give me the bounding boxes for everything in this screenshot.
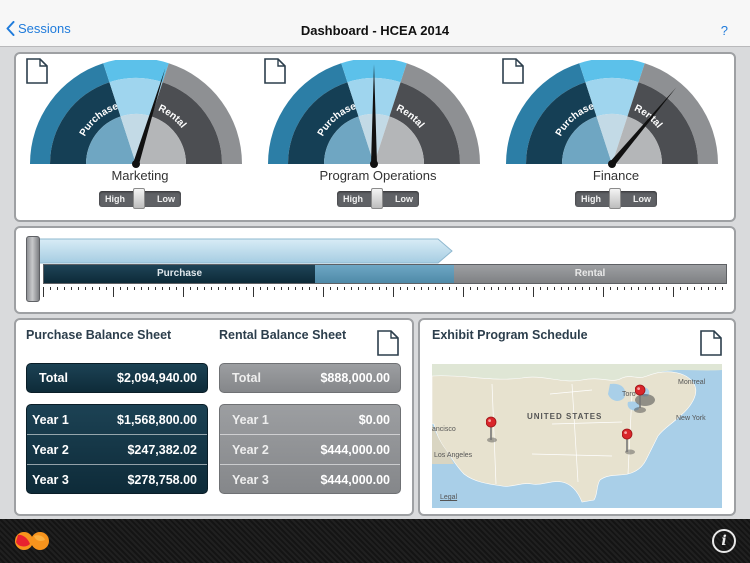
table-row[interactable]: Year 2 $444,000.00: [220, 435, 400, 465]
allocation-slider-panel: Purchase Rental: [14, 226, 736, 314]
table-row[interactable]: Year 2 $247,382.02: [27, 435, 207, 465]
purchase-total-value: $2,094,940.00: [117, 371, 197, 385]
high-low-toggle[interactable]: High Low: [99, 188, 181, 209]
rental-total-value: $888,000.00: [320, 371, 390, 385]
document-icon[interactable]: [264, 58, 286, 84]
purchase-years-table: Year 1 $1,568,800.00 Year 2 $247,382.02 Ye…: [26, 404, 208, 494]
schedule-title: Exhibit Program Schedule: [432, 328, 588, 342]
gauge-label: Finance: [592, 168, 640, 183]
gauge-label: Program Operations: [319, 168, 437, 183]
map-legal-link[interactable]: Legal: [440, 494, 457, 501]
map-label-country: UNITED STATES: [527, 412, 603, 421]
document-icon[interactable]: [502, 58, 524, 84]
page-title: Dashboard - HCEA 2014: [300, 23, 450, 38]
year-value: $1,568,800.00: [117, 412, 197, 427]
slider-handle[interactable]: [26, 236, 40, 302]
year-value: $444,000.00: [320, 473, 390, 487]
allocation-arrow: [34, 238, 453, 264]
help-button[interactable]: ?: [721, 23, 728, 38]
navigation-bar: Sessions Dashboard - HCEA 2014 ?: [0, 0, 750, 47]
map-pin-icon[interactable]: [622, 428, 634, 452]
rental-total-label: Total: [232, 371, 261, 385]
bottom-toolbar: i: [0, 519, 750, 563]
map-label-los-angeles: Los Angeles: [434, 452, 473, 459]
high-low-toggle[interactable]: High Low: [575, 188, 657, 209]
year-label: Year 3: [232, 473, 269, 487]
map-pin-icon[interactable]: [486, 416, 498, 440]
slider-scale: [43, 287, 723, 297]
year-label: Year 2: [32, 442, 69, 457]
gauge-finance: Purchase Rental Finance High Low: [496, 54, 736, 220]
allocation-bar: Purchase Rental: [43, 264, 727, 284]
rental-segment: Rental: [454, 265, 726, 283]
table-row[interactable]: Year 3 $444,000.00: [220, 465, 400, 493]
schedule-map[interactable]: UNITED STATES Montreal Toro New York anc…: [432, 364, 722, 508]
rental-total[interactable]: Total $888,000.00: [219, 363, 401, 393]
table-row[interactable]: Year 3 $278,758.00: [27, 465, 207, 493]
year-value: $278,758.00: [127, 473, 197, 487]
rental-sheet-title: Rental Balance Sheet: [219, 328, 347, 342]
table-row[interactable]: Year 1 $0.00: [220, 405, 400, 435]
document-icon[interactable]: [377, 330, 399, 356]
toggle-knob[interactable]: [609, 188, 621, 209]
purchase-sheet-title: Purchase Balance Sheet: [26, 328, 172, 342]
schedule-panel: Exhibit Program Schedule UNITED STATES M…: [418, 318, 736, 516]
rental-years-table: Year 1 $0.00 Year 2 $444,000.00 Year 3 $444…: [219, 404, 401, 494]
toggle-knob[interactable]: [371, 188, 383, 209]
info-button[interactable]: i: [712, 529, 736, 553]
map-label-new-york: New York: [676, 415, 706, 422]
gauge-label: Marketing: [111, 168, 169, 183]
toggle-knob[interactable]: [133, 188, 145, 209]
purchase-segment: Purchase: [44, 265, 315, 283]
year-label: Year 3: [32, 473, 69, 487]
gauges-panel: Purchase Rental Marketing High Low Purch…: [14, 52, 736, 222]
toggle-high-label: High: [343, 194, 363, 204]
toggle-low-label: Low: [633, 194, 651, 204]
year-value: $247,382.02: [127, 442, 197, 457]
toggle-high-label: High: [105, 194, 125, 204]
toggle-low-label: Low: [157, 194, 175, 204]
toggle-low-label: Low: [395, 194, 413, 204]
year-label: Year 2: [232, 442, 269, 457]
year-label: Year 1: [232, 412, 269, 427]
map-label-san-francisco: ancisco: [432, 426, 456, 433]
map-label-montreal: Montreal: [678, 379, 706, 386]
map-label-toronto: Toro: [622, 391, 636, 398]
purchase-total-label: Total: [39, 371, 68, 385]
document-icon[interactable]: [26, 58, 48, 84]
table-row[interactable]: Year 1 $1,568,800.00: [27, 405, 207, 435]
gauge-marketing: Purchase Rental Marketing High Low: [20, 54, 260, 220]
year-value: $0.00: [358, 412, 390, 427]
app-logo: [15, 532, 49, 550]
toggle-high-label: High: [581, 194, 601, 204]
balance-sheets-panel: Purchase Balance Sheet Rental Balance Sh…: [14, 318, 414, 516]
high-low-toggle[interactable]: High Low: [337, 188, 419, 209]
document-icon[interactable]: [700, 330, 722, 356]
year-label: Year 1: [32, 412, 69, 427]
gauge-program-operations: Purchase Rental Program Operations High …: [258, 54, 498, 220]
purchase-total[interactable]: Total $2,094,940.00: [26, 363, 208, 393]
balance-segment: [315, 265, 454, 283]
year-value: $444,000.00: [320, 442, 390, 457]
map-pin-icon[interactable]: [635, 384, 647, 408]
